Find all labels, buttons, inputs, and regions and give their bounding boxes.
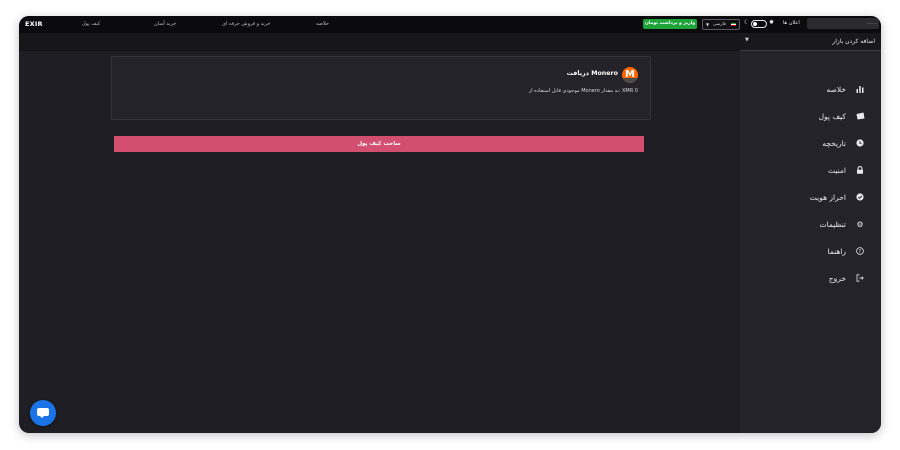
sidebar-item-label: امنیت <box>828 166 846 175</box>
sidebar-item-label: احراز هویت <box>809 193 846 202</box>
chevron-down-icon: ▼ <box>706 22 710 27</box>
monero-logo-icon: M <box>622 67 638 83</box>
notifications-link[interactable]: اعلان ها <box>783 20 800 26</box>
logo-letter: M <box>625 69 635 80</box>
svg-text:?: ? <box>859 249 862 255</box>
help-icon: ? <box>855 246 865 256</box>
sidebar-item-summary[interactable]: خلاصه <box>740 83 881 99</box>
sidebar: ▼ اضافه کردن بازار خلاصه کیف پول تاریخچه… <box>740 33 881 433</box>
nav-wallet[interactable]: کیف پول <box>82 21 100 27</box>
iran-flag-icon <box>731 23 736 26</box>
sidebar-item-logout[interactable]: خروج <box>740 272 881 288</box>
moon-icon: ☾ <box>744 19 750 26</box>
sub-toolbar <box>19 33 740 51</box>
user-account-box[interactable]: ....... <box>807 18 879 29</box>
sidebar-item-label: کیف پول <box>818 112 846 121</box>
app-window: EXIR کیف پول خرید آسان خرید و فروش حرفه … <box>19 16 881 433</box>
deposit-withdraw-toman-button[interactable]: واریز و برداشت تومان <box>643 19 697 29</box>
sidebar-item-wallet[interactable]: کیف پول <box>740 110 881 126</box>
sidebar-item-help[interactable]: راهنما ? <box>740 245 881 261</box>
nav-pro-trade[interactable]: خرید و فروش حرفه ای <box>222 21 271 27</box>
nav-summary[interactable]: خلاصه <box>316 21 329 27</box>
chat-support-button[interactable] <box>30 400 56 426</box>
receive-monero-card: M دریافت Monero موجودی قابل استفاده از M… <box>111 56 651 120</box>
bar-chart-icon <box>855 84 865 94</box>
add-market-dropdown[interactable]: ▼ اضافه کردن بازار <box>740 33 881 51</box>
sidebar-item-label: تاریخچه <box>822 139 846 148</box>
create-wallet-button[interactable]: ساخت کیف پول <box>114 136 644 152</box>
gear-icon: ⚙ <box>856 219 864 229</box>
sidebar-item-history[interactable]: تاریخچه <box>740 137 881 153</box>
caret-down-icon: ▼ <box>745 37 749 43</box>
verified-icon <box>855 192 865 202</box>
sidebar-item-label: تنظیمات <box>819 220 846 229</box>
sun-icon: ✹ <box>769 19 775 26</box>
sidebar-item-security[interactable]: امنیت <box>740 164 881 180</box>
logout-icon <box>855 273 865 283</box>
language-select[interactable]: ▼ فارسی <box>702 19 740 30</box>
sidebar-item-settings[interactable]: تنظیمات ⚙ <box>740 218 881 234</box>
top-navbar: EXIR کیف پول خرید آسان خرید و فروش حرفه … <box>19 16 881 33</box>
nav-easy-buy[interactable]: خرید آسان <box>154 21 176 27</box>
history-icon <box>855 138 865 148</box>
chat-icon-tail <box>39 415 45 418</box>
sidebar-item-label: خلاصه <box>826 85 846 94</box>
add-market-label: اضافه کردن بازار <box>832 38 875 45</box>
exir-logo[interactable]: EXIR <box>25 20 43 28</box>
sidebar-item-label: راهنما <box>827 247 846 256</box>
sidebar-item-verification[interactable]: احراز هویت <box>740 191 881 207</box>
card-title: دریافت Monero <box>566 70 618 77</box>
available-balance: موجودی قابل استفاده از Monero به مقدار: … <box>528 88 638 94</box>
language-label: فارسی <box>713 22 726 27</box>
wallet-icon <box>855 111 865 121</box>
lock-icon <box>855 165 865 175</box>
toggle-knob <box>753 22 757 26</box>
theme-toggle[interactable] <box>751 20 767 28</box>
sidebar-item-label: خروج <box>828 274 846 283</box>
